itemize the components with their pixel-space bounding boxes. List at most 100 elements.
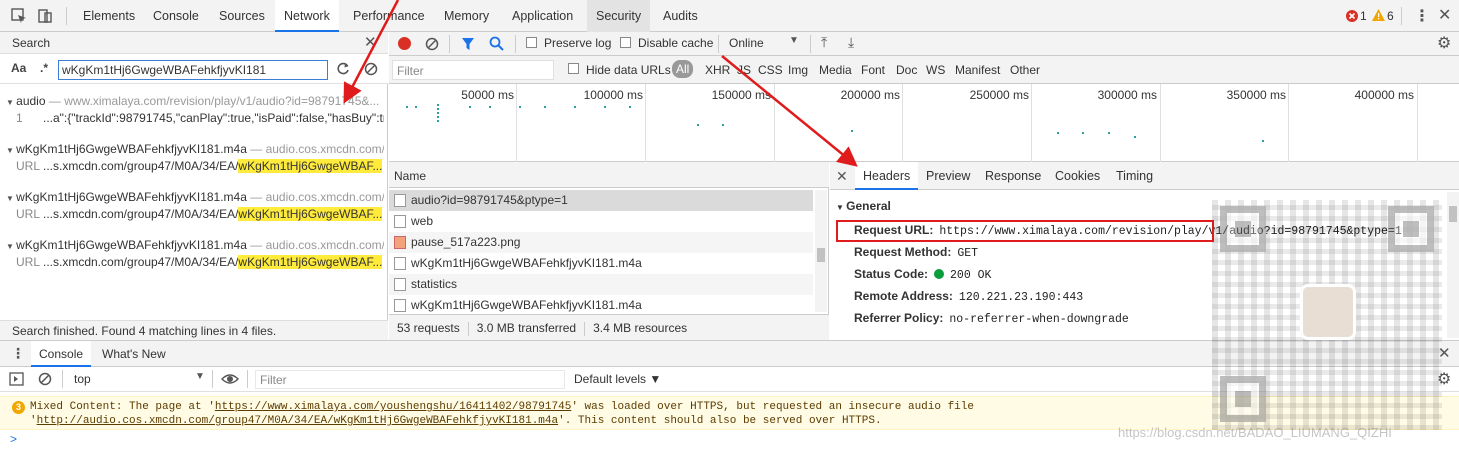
filter-type-img[interactable]: Img: [788, 63, 808, 77]
timeline-dot: [489, 106, 491, 108]
warning-suffix: '. This content should also be served ov…: [558, 415, 882, 427]
timeline-gridline: [516, 84, 517, 162]
filter-type-media[interactable]: Media: [819, 63, 852, 77]
search-result-line[interactable]: 1 ...a":{"trackId":98791745,"canPlay":tru…: [16, 111, 384, 127]
error-count[interactable]: 1: [1360, 9, 1367, 23]
tab-application[interactable]: Application: [503, 0, 582, 32]
tab-performance[interactable]: Performance: [344, 0, 434, 32]
tab-sources[interactable]: Sources: [210, 0, 274, 32]
scrollbar-thumb[interactable]: [817, 248, 825, 262]
request-row[interactable]: audio?id=98791745&ptype=1: [389, 190, 813, 211]
tab-preview[interactable]: Preview: [918, 162, 978, 190]
scrollbar-thumb[interactable]: [1449, 206, 1457, 222]
clear-icon[interactable]: [425, 37, 439, 51]
drawer-tab-whats-new[interactable]: What's New: [94, 341, 174, 367]
filter-icon[interactable]: [461, 37, 475, 51]
refresh-icon[interactable]: [336, 62, 350, 76]
record-icon[interactable]: [398, 37, 411, 50]
clear-search-icon[interactable]: [364, 62, 378, 76]
qr-finder-pattern: [1388, 206, 1434, 252]
tab-response[interactable]: Response: [977, 162, 1049, 190]
qr-finder-pattern: [1220, 376, 1266, 422]
search-icon[interactable]: [489, 36, 504, 51]
console-prompt[interactable]: >: [10, 432, 17, 446]
tab-memory[interactable]: Memory: [435, 0, 498, 32]
page-link[interactable]: https://www.ximalaya.com/youshengshu/164…: [215, 401, 571, 413]
close-details-icon[interactable]: ✕: [836, 168, 848, 185]
tab-audits[interactable]: Audits: [654, 0, 707, 32]
console-filter-input[interactable]: Filter: [255, 370, 565, 389]
audio-file-link[interactable]: http://audio.cos.xmcdn.com/group47/M0A/3…: [37, 415, 559, 427]
toolbar-divider: [247, 370, 248, 388]
timeline-tick-label: 50000 ms: [461, 88, 514, 102]
request-row[interactable]: wKgKm1tHj6GwgeWBAFehkfjyvKI181.m4a: [389, 253, 813, 274]
clear-console-icon[interactable]: [38, 372, 52, 386]
export-har-icon[interactable]: ⤓: [848, 34, 854, 51]
throttle-select[interactable]: Online: [729, 36, 764, 50]
request-row[interactable]: statistics: [389, 274, 813, 295]
toolbar-divider: [810, 35, 811, 53]
filter-type-js[interactable]: JS: [737, 63, 751, 77]
more-options-icon[interactable]: ⋮: [1414, 6, 1430, 26]
match-case-button[interactable]: Aa: [11, 61, 26, 75]
drawer-menu-icon[interactable]: ⋮: [11, 345, 25, 362]
search-result-line[interactable]: URL ...s.xmcdn.com/group47/M0A/34/EA/wKgK…: [16, 207, 384, 223]
filter-bar: Filter Hide data URLs All XHR JS CSS Img…: [389, 56, 1459, 84]
tab-security[interactable]: Security: [587, 0, 651, 32]
column-header-name[interactable]: Name: [389, 162, 829, 188]
request-row[interactable]: wKgKm1tHj6GwgeWBAFehkfjyvKI181.m4a: [389, 295, 813, 314]
filter-type-font[interactable]: Font: [861, 63, 885, 77]
request-row[interactable]: web: [389, 211, 813, 232]
tab-console[interactable]: Console: [144, 0, 208, 32]
preserve-log-checkbox[interactable]: [526, 37, 537, 48]
disable-cache-checkbox[interactable]: [620, 37, 631, 48]
scrollbar[interactable]: [1447, 192, 1459, 338]
drawer-tab-console[interactable]: Console: [31, 341, 92, 367]
chevron-down-icon[interactable]: ▼: [195, 371, 205, 382]
search-result-line[interactable]: URL ...s.xmcdn.com/group47/M0A/34/EA/wKgK…: [16, 159, 384, 175]
request-row[interactable]: pause_517a223.png: [389, 232, 813, 253]
filter-type-doc[interactable]: Doc: [896, 63, 917, 77]
import-har-icon[interactable]: ⤒: [821, 34, 827, 51]
request-name: statistics: [411, 277, 458, 291]
tab-network[interactable]: Network: [275, 0, 339, 32]
tab-headers[interactable]: Headers: [855, 162, 919, 190]
tab-timing[interactable]: Timing: [1108, 162, 1161, 190]
network-summary: 53 requests 3.0 MB transferred 3.4 MB reso…: [389, 314, 829, 340]
hide-data-urls-checkbox[interactable]: [568, 63, 579, 74]
search-result-file[interactable]: ▼ audio — www.ximalaya.com/revision/play…: [6, 94, 384, 110]
close-search-icon[interactable]: ✕: [364, 33, 377, 51]
scrollbar[interactable]: [815, 190, 827, 312]
filter-type-other[interactable]: Other: [1010, 63, 1040, 77]
warning-count[interactable]: 6: [1387, 9, 1394, 23]
header-row-request-method: Request Method: GET: [854, 245, 978, 263]
search-result-file[interactable]: ▼ wKgKm1tHj6GwgeWBAFehkfjyvKI181.m4a — a…: [6, 142, 384, 158]
context-select[interactable]: top: [74, 372, 91, 386]
search-input[interactable]: wKgKm1tHj6GwgeWBAFehkfjyvKI181: [58, 60, 328, 80]
search-query-row: Aa .* wKgKm1tHj6GwgeWBAFehkfjyvKI181: [0, 54, 388, 84]
timeline-overview[interactable]: 50000 ms 100000 ms 150000 ms 200000 ms 2…: [389, 84, 1459, 162]
toolbar-divider: [718, 35, 719, 53]
filter-type-xhr[interactable]: XHR: [705, 63, 730, 77]
eye-icon[interactable]: [221, 372, 239, 386]
inspect-element-icon[interactable]: [10, 7, 28, 25]
filter-type-css[interactable]: CSS: [758, 63, 783, 77]
filter-input[interactable]: Filter: [392, 60, 554, 80]
search-result-line[interactable]: URL ...s.xmcdn.com/group47/M0A/34/EA/wKgK…: [16, 255, 384, 271]
filter-type-manifest[interactable]: Manifest: [955, 63, 1000, 77]
general-section-header[interactable]: ▼ General: [836, 199, 891, 213]
tab-elements[interactable]: Elements: [74, 0, 144, 32]
search-result-file[interactable]: ▼ wKgKm1tHj6GwgeWBAFehkfjyvKI181.m4a — a…: [6, 238, 384, 254]
search-result-file[interactable]: ▼ wKgKm1tHj6GwgeWBAFehkfjyvKI181.m4a — a…: [6, 190, 384, 206]
filter-type-ws[interactable]: WS: [926, 63, 945, 77]
device-toolbar-icon[interactable]: [36, 7, 54, 25]
sidebar-toggle-icon[interactable]: [9, 372, 24, 386]
timeline-dot: [1262, 140, 1264, 142]
regex-button[interactable]: .*: [40, 61, 48, 75]
filter-type-all[interactable]: All: [672, 60, 694, 78]
chevron-down-icon[interactable]: ▼: [789, 35, 799, 46]
close-devtools-icon[interactable]: ✕: [1438, 5, 1451, 25]
tab-cookies[interactable]: Cookies: [1047, 162, 1108, 190]
gear-icon[interactable]: ⚙: [1437, 33, 1451, 53]
log-levels-select[interactable]: Default levels ▼: [574, 372, 661, 386]
